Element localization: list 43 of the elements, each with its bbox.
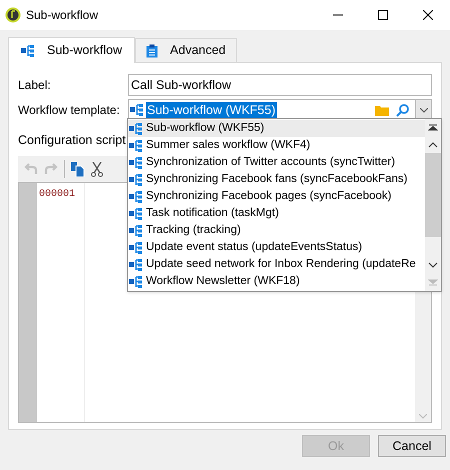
workflow-icon [129,258,143,270]
workflow-icon [129,224,143,236]
search-icon[interactable] [396,104,409,116]
line-number: 000001 [39,188,76,202]
dropdown-item[interactable]: Sub-workflow (WKF55) [128,120,425,137]
scroll-thumb[interactable] [425,153,441,237]
chevron-down-icon [419,414,427,419]
selected-text: Sub-workflow (WKF55) [146,102,276,118]
field-label: Workflow template: [18,102,121,119]
scissors-icon[interactable] [91,162,103,176]
app-logo-icon [5,7,21,23]
dropdown-item[interactable]: Summer sales workflow (WKF4) [128,137,425,154]
workflow-icon [129,190,143,202]
dropdown-button[interactable] [415,100,431,120]
copy-icon[interactable] [71,162,85,176]
section-label: Configuration script [18,132,126,149]
workflow-icon [129,242,143,254]
chevron-down-icon [420,108,428,112]
workflow-icon [129,276,143,288]
dropdown-item[interactable]: Synchronizing Facebook pages (syncFacebook) [128,188,425,205]
dropdown-item[interactable]: Synchronization of Twitter accounts (syncTwitter) [128,154,425,171]
tab[interactable]: Sub-workflow [8,37,136,63]
dropdown-item[interactable]: Update event status (updateEventsStatus) [128,239,425,256]
workflow-icon [130,104,144,116]
dropdown-item[interactable]: Workflow Newsletter (WKF18) [128,273,425,290]
dropdown-item[interactable]: Tracking (tracking) [128,222,425,239]
workflow-icon [129,156,143,168]
list-scrollbar[interactable] [425,119,441,291]
dialog-button[interactable]: Cancel [378,435,446,457]
workflow-icon [129,140,143,152]
field-label: Label: [18,77,52,94]
workflow-icon [21,44,35,56]
dropdown-item[interactable]: Update seed network for Inbox Rendering (updateRe [128,256,425,273]
window-title: Sub-workflow [26,7,98,24]
close-icon [422,10,432,20]
label-input[interactable]: Call Sub-workflow [128,74,432,96]
maximize-icon [378,10,388,20]
dropdown-item[interactable]: Task notification (taskMgt) [128,205,425,222]
clipboard-icon [146,44,158,58]
workflow-icon [129,208,143,220]
tab[interactable]: Advanced [135,38,237,62]
workflow-icon [129,174,143,186]
workflow-icon [129,122,143,134]
